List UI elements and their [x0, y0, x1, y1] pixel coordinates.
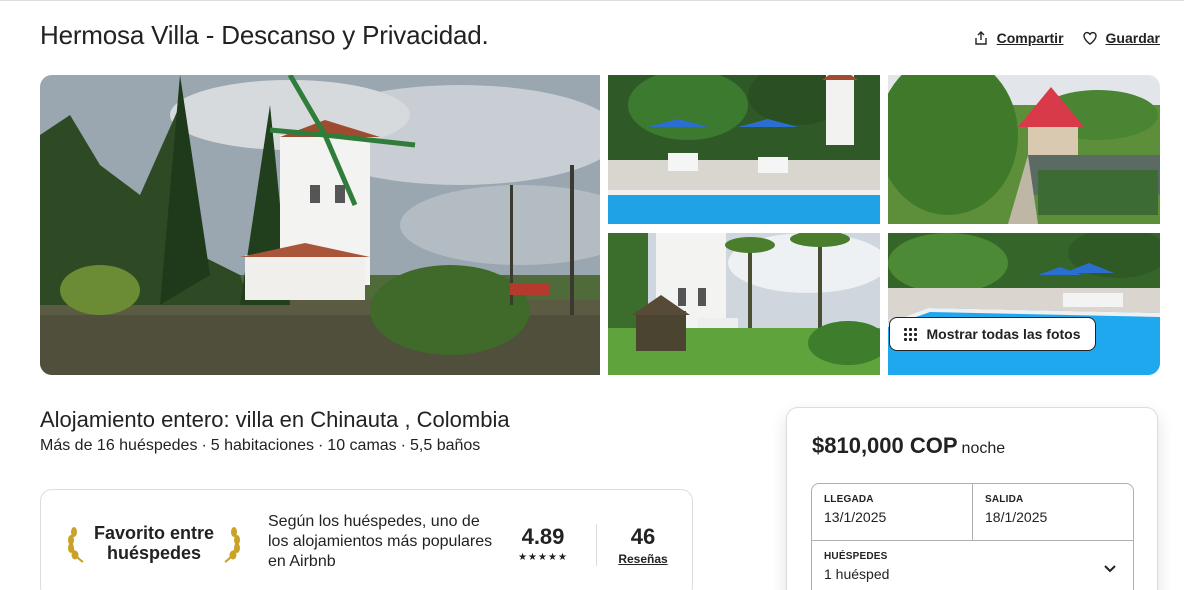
- share-icon: [974, 31, 987, 45]
- guests-selector[interactable]: HUÉSPEDES 1 huésped: [812, 540, 1133, 590]
- checkin-field[interactable]: LLEGADA 13/1/2025: [812, 484, 973, 540]
- heart-icon: [1082, 31, 1097, 45]
- detail-baths: 5,5 baños: [410, 437, 481, 454]
- gallery-photo-pool[interactable]: [608, 75, 880, 224]
- share-button[interactable]: Compartir: [973, 30, 1064, 46]
- price-amount: $810,000 COP: [812, 433, 958, 458]
- gallery-photo-main[interactable]: [40, 75, 600, 375]
- save-label: Guardar: [1105, 30, 1160, 46]
- detail-separator: ·: [201, 437, 207, 454]
- laurel-icon: [224, 527, 240, 563]
- detail-beds: 10 camas: [327, 437, 397, 454]
- grid-icon: [904, 327, 918, 341]
- booking-inputs: LLEGADA 13/1/2025 SALIDA 18/1/2025 HUÉSP…: [811, 483, 1134, 590]
- guest-favorite-title: Favorito entre huéspedes: [93, 523, 215, 563]
- share-label: Compartir: [996, 30, 1064, 46]
- rating-value: 4.89: [521, 524, 565, 549]
- detail-bedrooms: 5 habitaciones: [210, 437, 314, 454]
- reviews-block[interactable]: 46 Reseñas: [611, 524, 675, 566]
- guests-label: HUÉSPEDES: [824, 551, 888, 562]
- detail-separator: ·: [400, 437, 406, 454]
- checkout-value: 18/1/2025: [985, 509, 1048, 525]
- laurel-icon: [68, 527, 84, 563]
- checkout-label: SALIDA: [985, 494, 1024, 505]
- page-title: Hermosa Villa - Descanso y Privacidad.: [40, 20, 489, 50]
- chevron-down-icon: [1104, 565, 1116, 573]
- checkin-label: LLEGADA: [824, 494, 874, 505]
- guests-value: 1 huésped: [824, 566, 890, 582]
- gallery-photo-pool-2[interactable]: [888, 233, 1160, 375]
- rating-block: 4.89 ★★★★★: [513, 524, 573, 563]
- price-row: $810,000 COP noche: [812, 433, 1005, 459]
- show-all-photos-button[interactable]: Mostrar todas las fotos: [889, 317, 1096, 351]
- listing-subtitle: Alojamiento entero: villa en Chinauta , …: [40, 407, 510, 432]
- guest-favorite-description: Según los huéspedes, uno de los alojamie…: [268, 513, 493, 570]
- booking-card: $810,000 COP noche LLEGADA 13/1/2025 SAL…: [786, 407, 1158, 590]
- gallery-photo-tower[interactable]: [608, 233, 880, 375]
- save-button[interactable]: Guardar: [1082, 30, 1160, 46]
- detail-guests: Más de 16 huéspedes: [40, 437, 198, 454]
- show-all-photos-label: Mostrar todas las fotos: [926, 326, 1081, 342]
- top-divider: [0, 0, 1184, 1]
- reviews-link[interactable]: Reseñas: [611, 552, 675, 566]
- rating-stars: ★★★★★: [518, 552, 568, 563]
- price-unit: noche: [961, 440, 1006, 457]
- reviews-count: 46: [630, 524, 656, 549]
- gallery-photo-gazebo[interactable]: [888, 75, 1160, 224]
- checkin-value: 13/1/2025: [824, 509, 887, 525]
- rating-divider: [596, 524, 597, 566]
- detail-separator: ·: [317, 437, 324, 454]
- checkout-field[interactable]: SALIDA 18/1/2025: [973, 484, 1133, 540]
- guest-favorite-card: Favorito entre huéspedes Según los huésp…: [40, 489, 693, 590]
- listing-details: Más de 16 huéspedes · 5 habitaciones · 1…: [40, 437, 480, 455]
- header-actions: Compartir Guardar: [973, 30, 1160, 46]
